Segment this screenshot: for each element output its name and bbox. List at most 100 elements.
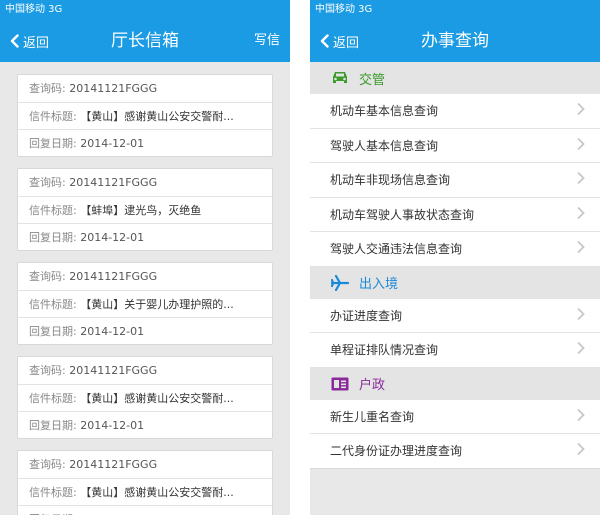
subject-value: 【黄山】感谢黄山公安交警耐... (80, 110, 234, 123)
nav-bar: 返回 办事查询 (310, 20, 600, 62)
service-query-screen: 中国移动 3G 返回 办事查询 交管机动车基本信息查询驾驶人基本信息查询 机动车非… (310, 0, 600, 515)
query-item-label: 二代身份证办理进度查询 (330, 444, 463, 459)
query-code-label: 查询码: (29, 82, 66, 95)
list-bottom-area (310, 468, 600, 515)
reply-date-value: 2014-12-01 (80, 325, 145, 338)
carrier-label: 中国移动 3G (315, 4, 373, 15)
subject-value: 【黄山】感谢黄山公安交警耐... (80, 392, 234, 405)
carrier-label: 中国移动 3G (5, 4, 63, 15)
query-list: 交管机动车基本信息查询驾驶人基本信息查询 机动车非现场信息查询机动车驾驶人事故状态… (310, 62, 600, 469)
query-item-label: 办证进度查询 (330, 308, 403, 323)
section-title: 交管 (359, 72, 386, 88)
back-label: 返回 (333, 35, 360, 51)
query-code-value: 20141121FGGG (69, 176, 158, 189)
subject-row: 信件标题: 【黄山】关于婴儿办理护照的... (18, 290, 272, 317)
section-title: 出入境 (359, 277, 399, 292)
query-item[interactable]: 新生儿重名查询 (310, 399, 600, 434)
query-item-label: 机动车驾驶人事故状态查询 (330, 207, 475, 222)
subject-label: 信件标题: (29, 486, 77, 499)
subject-row: 信件标题: 【黄山】感谢黄山公安交警耐... (18, 478, 272, 505)
query-item[interactable]: 驾驶人基本信息查询 (310, 128, 600, 163)
reply-date-row: 回复日期: 2014-12-01 (18, 129, 272, 156)
chevron-right-icon (576, 341, 586, 358)
chevron-right-icon (576, 408, 586, 425)
query-item[interactable]: 驾驶人交通违法信息查询 (310, 232, 600, 267)
chevron-right-icon (576, 102, 586, 119)
query-code-label: 查询码: (29, 176, 66, 189)
reply-date-value: 2014-12-01 (80, 231, 145, 244)
reply-date-label: 回复日期: (29, 419, 77, 432)
chevron-right-icon (576, 307, 586, 324)
section-title: 户政 (359, 378, 386, 393)
mailbox-screen: 中国移动 3G 返回 厅长信箱 写信 查询码: 20141121FGGG 信件标题… (0, 0, 290, 515)
reply-date-value: 2014-12-01 (80, 419, 145, 432)
letter-card[interactable]: 查询码: 20141121FGGG 信件标题: 【黄山】关于婴儿办理护照的... 回… (17, 262, 273, 345)
chevron-right-icon (576, 137, 586, 154)
nav-bar: 返回 厅长信箱 写信 (0, 20, 290, 62)
back-button[interactable]: 返回 (320, 20, 359, 62)
screenshot-stage: 中国移动 3G 返回 厅长信箱 写信 查询码: 20141121FGGG 信件标题… (0, 0, 600, 515)
back-button[interactable]: 返回 (10, 20, 49, 62)
airplane-icon (330, 274, 350, 291)
query-code-value: 20141121FGGG (69, 82, 158, 95)
chevron-left-icon (320, 34, 329, 48)
reply-date-label: 回复日期: (29, 325, 77, 338)
subject-value: 【黄山】感谢黄山公安交警耐... (80, 486, 234, 499)
query-code-row: 查询码: 20141121FGGG (18, 451, 272, 478)
letter-card[interactable]: 查询码: 20141121FGGG信件标题: 【黄山】感谢黄山公安交警耐...回… (17, 450, 273, 515)
subject-label: 信件标题: (29, 110, 77, 123)
reply-date-label: 回复日期: (29, 231, 77, 244)
subject-label: 信件标题: (29, 298, 77, 311)
query-code-label: 查询码: (29, 270, 66, 283)
query-code-value: 20141121FGGG (69, 364, 158, 377)
query-item[interactable]: 机动车基本信息查询 (310, 94, 600, 129)
reply-date-row: 回复日期: 2014-12-01 (18, 411, 272, 438)
chevron-right-icon (576, 206, 586, 223)
query-item[interactable]: 二代身份证办理进度查询 (310, 434, 600, 469)
subject-row: 信件标题: 【黄山】感谢黄山公安交警耐... (18, 102, 272, 129)
query-item[interactable]: 单程证排队情况查询 (310, 333, 600, 368)
write-letter-button[interactable]: 写信 (254, 20, 280, 62)
section-header: 出入境 (310, 266, 600, 299)
car-icon (330, 70, 350, 86)
subject-value: 【蚌埠】逮光鸟，灭绝鱼 (80, 204, 202, 217)
letter-card[interactable]: 查询码: 20141121FGGG 信件标题: 【蚌埠】逮光鸟，灭绝鱼 回复日期: … (17, 168, 273, 251)
query-code-row: 查询码: 20141121FGGG (18, 169, 272, 196)
letter-list: 查询码: 20141121FGGG 信件标题: 【黄山】感谢黄山公安交警耐... 回… (0, 62, 290, 515)
query-code-row: 查询码: 20141121FGGG (18, 263, 272, 290)
query-code-value: 20141121FGGG (69, 270, 158, 283)
query-item-label: 新生儿重名查询 (330, 409, 415, 424)
query-item[interactable]: 办证进度查询 (310, 298, 600, 333)
id-card-icon (330, 376, 350, 392)
section-header: 户政 (310, 367, 600, 400)
query-code-row: 查询码: 20141121FGGG (18, 75, 272, 102)
subject-row: 信件标题: 【蚌埠】逮光鸟，灭绝鱼 (18, 196, 272, 223)
reply-date-row: 回复日期: 2014-12-01 (18, 317, 272, 344)
query-code-label: 查询码: (29, 364, 66, 377)
status-bar: 中国移动 3G (0, 0, 290, 20)
back-label: 返回 (23, 35, 50, 51)
status-bar: 中国移动 3G (310, 0, 600, 20)
query-item[interactable]: 机动车非现场信息查询 (310, 163, 600, 198)
query-item-label: 驾驶人交通违法信息查询 (330, 242, 463, 257)
subject-row: 信件标题: 【黄山】感谢黄山公安交警耐... (18, 384, 272, 411)
letter-card[interactable]: 查询码: 20141121FGGG信件标题: 【黄山】感谢黄山公安交警耐...回… (17, 356, 273, 439)
query-item-label: 机动车非现场信息查询 (330, 173, 451, 188)
query-code-row: 查询码: 20141121FGGG (18, 357, 272, 384)
section-header: 交管 (310, 62, 600, 94)
subject-value: 【黄山】关于婴儿办理护照的... (80, 298, 234, 311)
query-code-value: 20141121FGGG (69, 458, 158, 471)
reply-date-label: 回复日期: (29, 137, 77, 150)
reply-date-value: 2014-12-01 (80, 137, 145, 150)
reply-date-row: 回复日期: 2014-12-01 (18, 223, 272, 250)
chevron-left-icon (10, 34, 19, 48)
chevron-right-icon (576, 442, 586, 459)
chevron-right-icon (576, 240, 586, 257)
query-code-label: 查询码: (29, 458, 66, 471)
subject-label: 信件标题: (29, 204, 77, 217)
query-item[interactable]: 机动车驾驶人事故状态查询 (310, 197, 600, 232)
chevron-right-icon (576, 171, 586, 188)
subject-label: 信件标题: (29, 392, 77, 405)
query-item-label: 驾驶人基本信息查询 (330, 138, 439, 153)
letter-card[interactable]: 查询码: 20141121FGGG信件标题: 【黄山】感谢黄山公安交警耐...回… (17, 74, 273, 157)
